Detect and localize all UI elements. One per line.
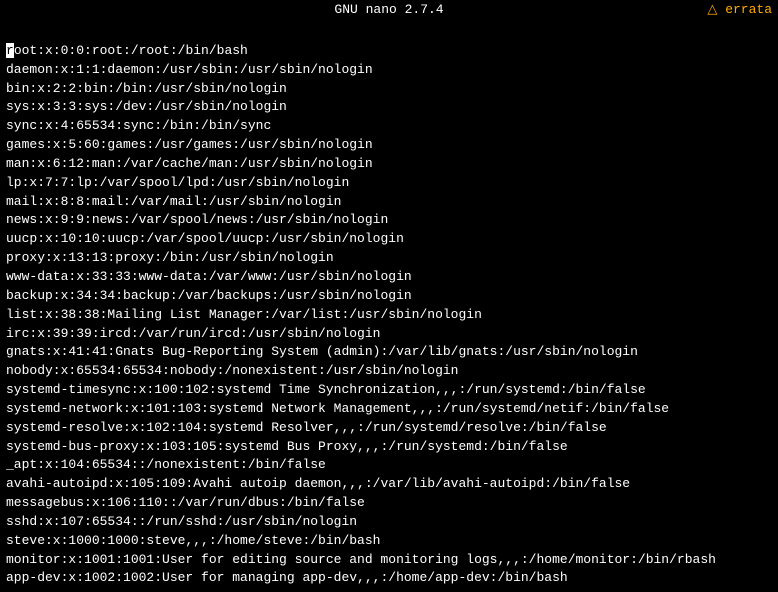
line-3: sys:x:3:3:sys:/dev:/usr/sbin/nologin bbox=[6, 98, 772, 117]
line-8: mail:x:8:8:mail:/var/mail:/usr/sbin/nolo… bbox=[6, 193, 772, 212]
line-28: app-dev:x:1002:1002:User for managing ap… bbox=[6, 569, 772, 588]
line-0: root:x:0:0:root:/root:/bin/bash bbox=[6, 42, 772, 61]
line-18: systemd-timesync:x:100:102:systemd Time … bbox=[6, 381, 772, 400]
file-content: root:x:0:0:root:/root:/bin/bashdaemon:x:… bbox=[0, 19, 778, 592]
line-20: systemd-resolve:x:102:104:systemd Resolv… bbox=[6, 419, 772, 438]
line-27: monitor:x:1001:1001:User for editing sou… bbox=[6, 551, 772, 570]
line-2: bin:x:2:2:bin:/bin:/usr/sbin/nologin bbox=[6, 80, 772, 99]
line-5: games:x:5:60:games:/usr/games:/usr/sbin/… bbox=[6, 136, 772, 155]
line-25: sshd:x:107:65534::/run/sshd:/usr/sbin/no… bbox=[6, 513, 772, 532]
line-19: systemd-network:x:101:103:systemd Networ… bbox=[6, 400, 772, 419]
line-22: _apt:x:104:65534::/nonexistent:/bin/fals… bbox=[6, 456, 772, 475]
line-23: avahi-autoipd:x:105:109:Avahi autoip dae… bbox=[6, 475, 772, 494]
line-7: lp:x:7:7:lp:/var/spool/lpd:/usr/sbin/nol… bbox=[6, 174, 772, 193]
line-9: news:x:9:9:news:/var/spool/news:/usr/sbi… bbox=[6, 211, 772, 230]
line-15: irc:x:39:39:ircd:/var/run/ircd:/usr/sbin… bbox=[6, 325, 772, 344]
line-6: man:x:6:12:man:/var/cache/man:/usr/sbin/… bbox=[6, 155, 772, 174]
line-16: gnats:x:41:41:Gnats Bug-Reporting System… bbox=[6, 343, 772, 362]
line-21: systemd-bus-proxy:x:103:105:systemd Bus … bbox=[6, 438, 772, 457]
line-12: www-data:x:33:33:www-data:/var/www:/usr/… bbox=[6, 268, 772, 287]
line-4: sync:x:4:65534:sync:/bin:/bin/sync bbox=[6, 117, 772, 136]
warning-area: △ errata bbox=[701, 0, 778, 19]
warning-text: △ errata bbox=[707, 2, 772, 17]
line-11: proxy:x:13:13:proxy:/bin:/usr/sbin/nolog… bbox=[6, 249, 772, 268]
line-10: uucp:x:10:10:uucp:/var/spool/uucp:/usr/s… bbox=[6, 230, 772, 249]
line-13: backup:x:34:34:backup:/var/backups:/usr/… bbox=[6, 287, 772, 306]
title-bar: GNU nano 2.7.4 bbox=[0, 0, 778, 19]
line-26: steve:x:1000:1000:steve,,,:/home/steve:/… bbox=[6, 532, 772, 551]
line-24: messagebus:x:106:110::/var/run/dbus:/bin… bbox=[6, 494, 772, 513]
line-14: list:x:38:38:Mailing List Manager:/var/l… bbox=[6, 306, 772, 325]
app-title: GNU nano 2.7.4 bbox=[334, 2, 443, 17]
line-1: daemon:x:1:1:daemon:/usr/sbin:/usr/sbin/… bbox=[6, 61, 772, 80]
line-17: nobody:x:65534:65534:nobody:/nonexistent… bbox=[6, 362, 772, 381]
